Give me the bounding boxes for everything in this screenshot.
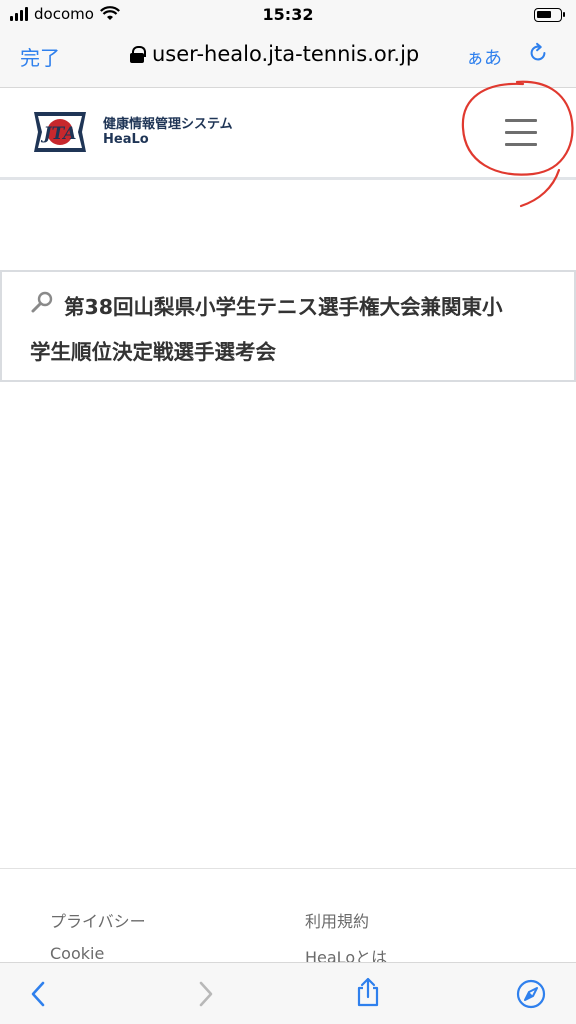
battery-icon	[534, 8, 565, 22]
search-icon	[31, 291, 53, 313]
browser-url-bar: 完了 user-healo.jta-tennis.or.jp ぁあ	[0, 30, 576, 88]
back-icon[interactable]	[24, 979, 54, 1009]
url-text: user-healo.jta-tennis.or.jp	[152, 42, 420, 66]
forward-icon[interactable]	[190, 979, 220, 1009]
compass-icon[interactable]	[516, 979, 546, 1009]
brand-title: 健康情報管理システム	[103, 117, 233, 132]
text-size-button[interactable]: ぁあ	[466, 44, 502, 70]
done-button[interactable]: 完了	[20, 42, 60, 71]
address-field[interactable]: user-healo.jta-tennis.or.jp	[130, 42, 419, 66]
jta-logo[interactable]: JTA	[30, 108, 90, 156]
tournament-title-line1: 第38回山梨県小学生テニス選手権大会兼関東小	[64, 295, 503, 319]
share-icon[interactable]	[353, 977, 383, 1007]
footer-link-privacy[interactable]: プライバシー	[50, 908, 146, 932]
tournament-title-card	[0, 270, 576, 382]
tournament-title-line2: 学生順位決定戦選手選考会	[30, 340, 276, 364]
logo-text: JTA	[41, 124, 77, 144]
hamburger-menu-button[interactable]	[500, 116, 540, 150]
browser-toolbar	[0, 962, 576, 1024]
menu-icon	[505, 119, 537, 122]
footer-link-terms[interactable]: 利用規約	[305, 908, 369, 932]
clock: 15:32	[262, 5, 314, 24]
lock-icon	[130, 46, 146, 63]
status-bar: docomo 15:32	[0, 0, 576, 30]
brand-subtitle: HeaLo	[103, 132, 149, 147]
screen: docomo 15:32 完了 user-healo.jta-tennis.or…	[0, 0, 576, 1024]
footer-link-cookie[interactable]: Cookie	[50, 944, 104, 963]
reload-icon[interactable]	[527, 42, 549, 64]
